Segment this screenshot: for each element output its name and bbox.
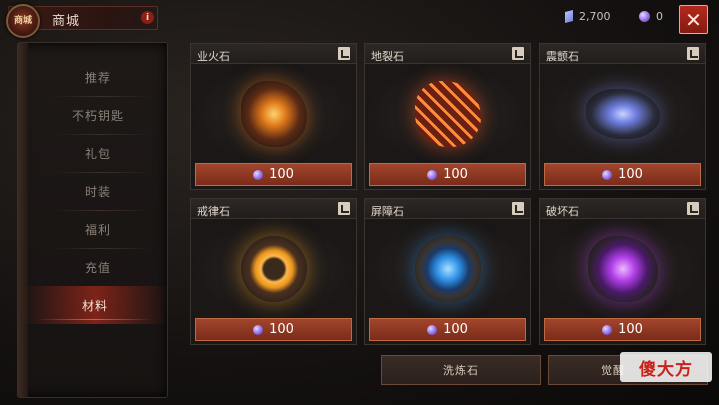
buy-button[interactable]: 100	[369, 163, 526, 186]
crystal-currency: 2,700	[565, 10, 611, 23]
item-name: 地裂石	[371, 50, 404, 63]
sidebar-item-gift-pack[interactable]: 礼包	[32, 134, 164, 172]
detail-icon[interactable]	[512, 202, 524, 215]
sidebar-item-immortal-key[interactable]: 不朽钥匙	[32, 96, 164, 134]
item-price: 100	[618, 322, 643, 337]
card-header: 地裂石	[365, 44, 530, 64]
item-card-barrier-stone[interactable]: 屏障石 100	[364, 198, 531, 345]
crystal-icon	[565, 10, 573, 23]
page-title: 商城	[52, 14, 81, 29]
shop-emblem-icon: 商城	[6, 4, 40, 38]
info-icon[interactable]: i	[141, 11, 154, 24]
close-button[interactable]: ✕	[679, 5, 708, 34]
item-card-destruction-stone[interactable]: 破坏石 100	[539, 198, 706, 345]
item-art	[365, 219, 530, 319]
item-name: 震颤石	[546, 50, 579, 63]
buy-button[interactable]: 100	[544, 163, 701, 186]
gem-icon	[427, 169, 438, 180]
gem-amount: 0	[656, 10, 663, 23]
buy-button[interactable]: 100	[544, 318, 701, 341]
item-art	[191, 219, 356, 319]
item-art	[540, 64, 705, 164]
item-name: 戒律石	[197, 205, 230, 218]
sidebar-item-materials[interactable]: 材料	[22, 286, 168, 324]
card-header: 破坏石	[540, 199, 705, 219]
item-name: 屏障石	[371, 205, 404, 218]
item-card-earthquake-stone[interactable]: 地裂石 100	[364, 43, 531, 190]
card-header: 戒律石	[191, 199, 356, 219]
sidebar-rail	[18, 43, 28, 397]
earthquake-stone-icon	[414, 81, 481, 147]
gem-icon	[253, 169, 264, 180]
crystal-amount: 2,700	[579, 10, 611, 23]
discipline-stone-icon	[240, 236, 307, 302]
card-header: 业火石	[191, 44, 356, 64]
detail-icon[interactable]	[687, 47, 699, 60]
buy-button[interactable]: 100	[195, 318, 352, 341]
item-price: 100	[269, 167, 294, 182]
item-art	[365, 64, 530, 164]
detail-icon[interactable]	[512, 47, 524, 60]
item-card-tremor-stone[interactable]: 震颤石 100	[539, 43, 706, 190]
detail-icon[interactable]	[338, 202, 350, 215]
gem-icon	[602, 169, 613, 180]
item-art	[191, 64, 356, 164]
item-price: 100	[269, 322, 294, 337]
buy-button[interactable]: 100	[369, 318, 526, 341]
tab-refining-stone[interactable]: 洗炼石	[381, 355, 541, 385]
item-art	[540, 219, 705, 319]
detail-icon[interactable]	[687, 202, 699, 215]
barrier-stone-icon	[414, 236, 481, 302]
item-name: 业火石	[197, 50, 230, 63]
sidebar-item-welfare[interactable]: 福利	[32, 210, 164, 248]
gem-currency: 0	[639, 10, 663, 23]
destruction-stone-icon	[587, 236, 658, 302]
item-price: 100	[618, 167, 643, 182]
gem-icon	[602, 324, 613, 335]
tremor-stone-icon	[585, 89, 660, 139]
gem-icon	[253, 324, 264, 335]
detail-icon[interactable]	[338, 47, 350, 60]
buy-button[interactable]: 100	[195, 163, 352, 186]
item-price: 100	[443, 322, 468, 337]
item-card-discipline-stone[interactable]: 戒律石 100	[190, 198, 357, 345]
sidebar-item-recommend[interactable]: 推荐	[32, 58, 164, 96]
item-name: 破坏石	[546, 205, 579, 218]
gem-icon	[639, 11, 650, 22]
sidebar-item-recharge[interactable]: 充值	[32, 248, 164, 286]
hellfire-stone-icon	[240, 81, 307, 147]
item-card-hellfire-stone[interactable]: 业火石 100	[190, 43, 357, 190]
watermark: 傻大方	[620, 352, 712, 382]
sidebar-item-fashion[interactable]: 时装	[32, 172, 164, 210]
card-header: 震颤石	[540, 44, 705, 64]
gem-icon	[427, 324, 438, 335]
item-price: 100	[443, 167, 468, 182]
card-header: 屏障石	[365, 199, 530, 219]
